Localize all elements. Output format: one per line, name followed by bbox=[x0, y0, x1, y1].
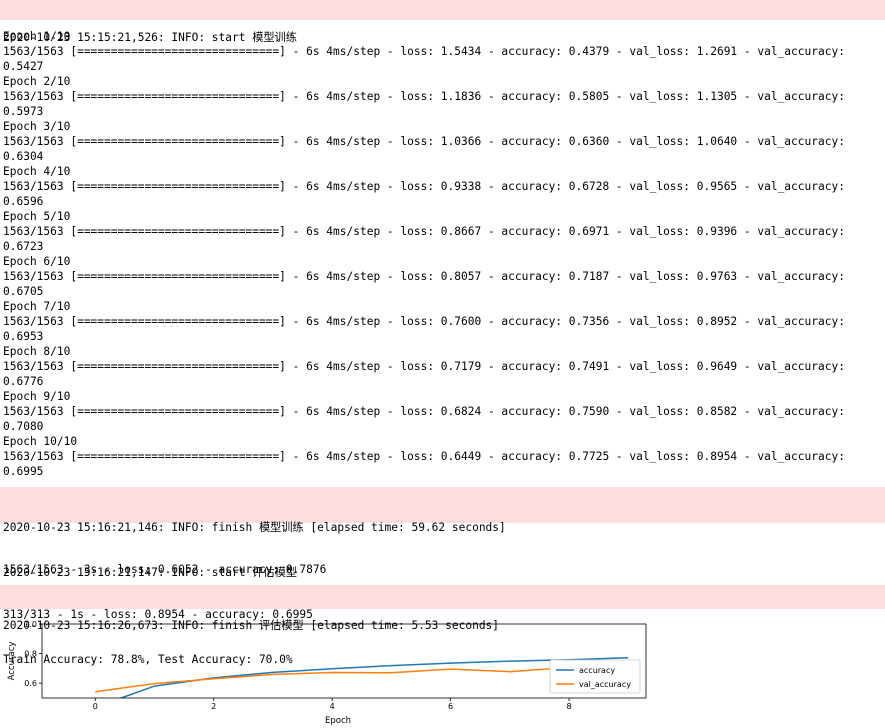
epoch-progress-line: 1563/1563 [=============================… bbox=[3, 90, 845, 103]
epoch-val-accuracy: 0.5973 bbox=[3, 105, 44, 118]
epoch-val-accuracy: 0.6776 bbox=[3, 375, 44, 388]
epoch-val-accuracy: 0.6705 bbox=[3, 285, 44, 298]
epoch-header: Epoch 7/10 bbox=[3, 300, 71, 313]
epoch-header: Epoch 9/10 bbox=[3, 390, 71, 403]
epoch-header: Epoch 1/10 bbox=[3, 30, 71, 43]
epoch-progress-line: 1563/1563 [=============================… bbox=[3, 270, 845, 283]
epoch-val-accuracy: 0.6723 bbox=[3, 240, 44, 253]
epoch-progress-line: 1563/1563 [=============================… bbox=[3, 180, 845, 193]
y-axis-label: Accuracy bbox=[7, 642, 17, 681]
series-line-val-accuracy bbox=[95, 666, 629, 693]
x-tick-label: 8 bbox=[566, 702, 571, 711]
epoch-val-accuracy: 0.6596 bbox=[3, 195, 44, 208]
y-tick-label: 1.0 bbox=[24, 620, 37, 629]
epoch-progress-line: 1563/1563 [=============================… bbox=[3, 315, 845, 328]
epoch-progress-line: 1563/1563 [=============================… bbox=[3, 405, 845, 418]
epoch-header: Epoch 3/10 bbox=[3, 120, 71, 133]
legend-label: val_accuracy bbox=[579, 680, 631, 689]
epoch-header: Epoch 2/10 bbox=[3, 75, 71, 88]
x-axis-label: Epoch bbox=[325, 716, 351, 726]
log-start-training: 2020-10-23 15:15:21,526: INFO: start 模型训… bbox=[0, 0, 885, 44]
x-tick-label: 4 bbox=[330, 702, 335, 711]
y-tick-label: 0.6 bbox=[24, 679, 37, 688]
x-tick-label: 2 bbox=[211, 702, 216, 711]
epoch-progress-line: 1563/1563 [=============================… bbox=[3, 360, 845, 373]
epoch-progress-line: 1563/1563 [=============================… bbox=[3, 450, 845, 463]
epoch-header: Epoch 5/10 bbox=[3, 210, 71, 223]
log-finish-training: 2020-10-23 15:16:21,146: INFO: finish 模型… bbox=[0, 487, 885, 579]
y-tick-label: 0.8 bbox=[24, 650, 37, 659]
x-tick-label: 0 bbox=[93, 702, 98, 711]
epoch-header: Epoch 8/10 bbox=[3, 345, 71, 358]
epoch-header: Epoch 6/10 bbox=[3, 255, 71, 268]
eval-line: 1563/1563 - 3s - loss: 0.6052 - accuracy… bbox=[3, 563, 327, 576]
x-tick-label: 6 bbox=[448, 702, 453, 711]
epoch-progress-line: 1563/1563 [=============================… bbox=[3, 135, 845, 148]
log-finish-eval: 2020-10-23 15:16:26,673: INFO: finish 评估… bbox=[0, 585, 885, 632]
epoch-val-accuracy: 0.6304 bbox=[3, 150, 44, 163]
epoch-progress-line: 1563/1563 [=============================… bbox=[3, 45, 845, 58]
epoch-val-accuracy: 0.6995 bbox=[3, 465, 44, 478]
epoch-val-accuracy: 0.7080 bbox=[3, 420, 44, 433]
epoch-header: Epoch 10/10 bbox=[3, 435, 78, 448]
training-output: Epoch 1/10 1563/1563 [===================… bbox=[0, 29, 885, 479]
epoch-header: Epoch 4/10 bbox=[3, 165, 71, 178]
epoch-progress-line: 1563/1563 [=============================… bbox=[3, 225, 845, 238]
epoch-val-accuracy: 0.5427 bbox=[3, 60, 44, 73]
legend-label: accuracy bbox=[579, 666, 615, 675]
epoch-val-accuracy: 0.6953 bbox=[3, 330, 44, 343]
accuracy-chart: 0 2 4 6 8 0.6 0.8 1.0 Epoch Accuracy accuracy val_a… bbox=[7, 620, 647, 726]
